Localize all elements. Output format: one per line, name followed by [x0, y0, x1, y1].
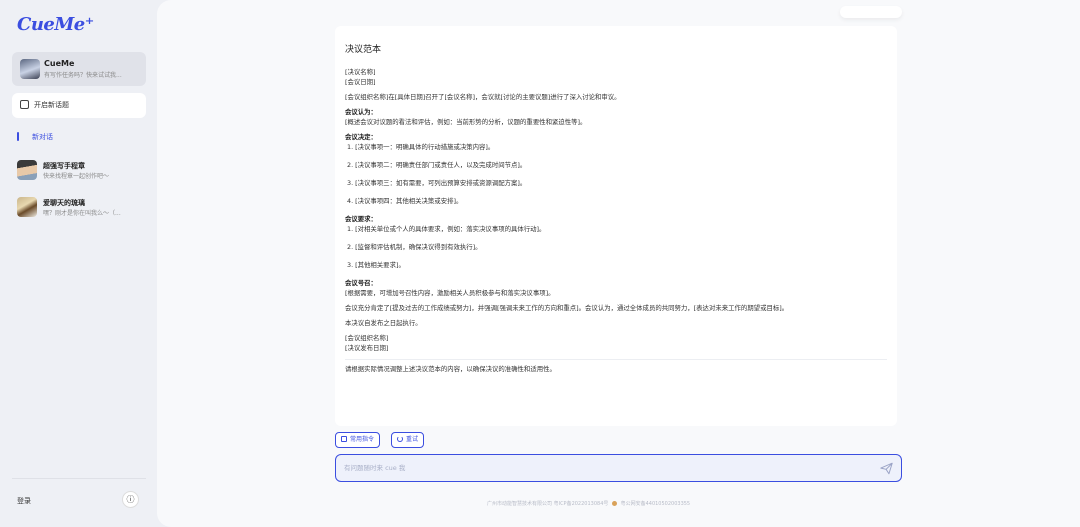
response-body: [决议名称] [会议日期] [会议组织名称]在[具体日期]召开了[会议名称]，会议就…: [345, 67, 887, 353]
active-conversation-label: 新对话: [32, 133, 53, 141]
paragraph-line: [决议名称]: [345, 68, 376, 76]
cueme-logo[interactable]: CueMe⁺: [17, 14, 94, 35]
avatar: [17, 197, 37, 217]
list-item: 1. [对相关单位或个人的具体要求，例如：落实决议事项的具体行动]。: [347, 225, 546, 233]
chat-input-box[interactable]: [335, 454, 902, 482]
agent-avatar: [20, 59, 40, 79]
new-topic-button[interactable]: 开启新话题: [12, 93, 146, 118]
agent-description: 有写作任务吗？快来试试我...: [44, 72, 122, 79]
conversation-desc: 嘿？刚才是你在叫我么～（...: [43, 210, 121, 217]
paragraph-line: [根据需要，可增加号召性内容，激励相关人员积极参与和落实决议事项]。: [345, 289, 555, 297]
conversation-desc: 快来找程章一起创作吧～: [43, 173, 110, 180]
response-divider: [345, 359, 887, 360]
list-item: 2. [决议事项二：明确责任部门或责任人，以及完成时间节点]。: [347, 161, 527, 169]
send-icon[interactable]: [880, 462, 893, 475]
section-heading: 会议决定：: [345, 133, 377, 141]
list-item: 3. [其他相关要求]。: [347, 261, 405, 269]
section-heading: 会议要求：: [345, 215, 377, 223]
agent-name: CueMe: [44, 59, 75, 68]
conversation-title: 超强写手程章: [43, 162, 85, 170]
refresh-icon: [397, 436, 403, 442]
sidebar: CueMe⁺ CueMe 有写作任务吗？快来试试我... 开启新话题 新对话 超…: [0, 0, 157, 527]
common-commands-label: 常用指令: [350, 436, 375, 443]
paragraph-line: [会议组织名称]在[具体日期]召开了[会议名称]，会议就[讨论的主要议题]进行了…: [345, 93, 621, 101]
police-badge-icon: [611, 501, 617, 506]
footer: 广州市动能智慧技术有限公司 粤ICP备2022013084号 粤公网安备4401…: [487, 500, 690, 507]
police-record-text[interactable]: 粤公网安备44010502003355: [621, 501, 691, 507]
common-commands-button[interactable]: 常用指令: [335, 432, 381, 448]
section-heading: 会议号召：: [345, 279, 377, 287]
info-icon[interactable]: ⓘ: [122, 491, 139, 508]
paragraph-line: [会议组织名称]: [345, 334, 389, 342]
agent-card[interactable]: CueMe 有写作任务吗？快来试试我...: [12, 52, 146, 86]
conversation-item[interactable]: 超强写手程章 快来找程章一起创作吧～: [17, 159, 147, 183]
response-title: 决议范本: [345, 45, 382, 55]
sidebar-divider: [12, 478, 146, 479]
list-item: 4. [决议事项四：其他相关决策或安排]。: [347, 197, 463, 205]
paragraph-line: 会议充分肯定了[提及过去的工作成绩或努力]，并强调[强调未来工作的方向和重点]。…: [345, 304, 789, 312]
paragraph-line: [概述会议对议题的看法和评估，例如：当前形势的分析，议题的重要性和紧迫性等]。: [345, 118, 587, 126]
main-panel: 决议范本 [决议名称] [会议日期] [会议组织名称]在[具体日期]召开了[会议名称…: [157, 0, 1080, 527]
previous-message-bubble: [840, 6, 902, 18]
command-icon: [341, 436, 347, 442]
retry-button[interactable]: 重试: [391, 432, 425, 448]
conversation-title: 爱聊天的琉璃: [43, 199, 85, 207]
new-topic-label: 开启新话题: [34, 101, 69, 109]
active-indicator: [17, 132, 19, 141]
paragraph-line: 本决议自发布之日起执行。: [345, 319, 422, 327]
list-item: 1. [决议事项一：明确具体的行动措施或决策内容]。: [347, 143, 495, 151]
response-note: 请根据实际情况调整上述决议范本的内容，以确保决议的准确性和适用性。: [345, 365, 556, 373]
avatar: [17, 160, 37, 180]
list-item: 3. [决议事项三：如有需要，可列出预算安排或资源调配方案]。: [347, 179, 527, 187]
paragraph-line: [会议日期]: [345, 78, 376, 86]
login-link[interactable]: 登录: [17, 496, 31, 506]
conversation-item[interactable]: 爱聊天的琉璃 嘿？刚才是你在叫我么～（...: [17, 196, 147, 220]
chat-plus-icon: [20, 100, 29, 109]
section-heading: 会议认为：: [345, 108, 377, 116]
response-card: 决议范本 [决议名称] [会议日期] [会议组织名称]在[具体日期]召开了[会议名称…: [335, 26, 897, 426]
list-item: 2. [监督和评估机制，确保决议得到有效执行]。: [347, 243, 482, 251]
icp-text[interactable]: 广州市动能智慧技术有限公司 粤ICP备2022013084号: [487, 501, 608, 507]
retry-label: 重试: [406, 436, 419, 443]
chat-input[interactable]: [344, 461, 844, 475]
paragraph-line: [决议发布日期]: [345, 344, 389, 352]
